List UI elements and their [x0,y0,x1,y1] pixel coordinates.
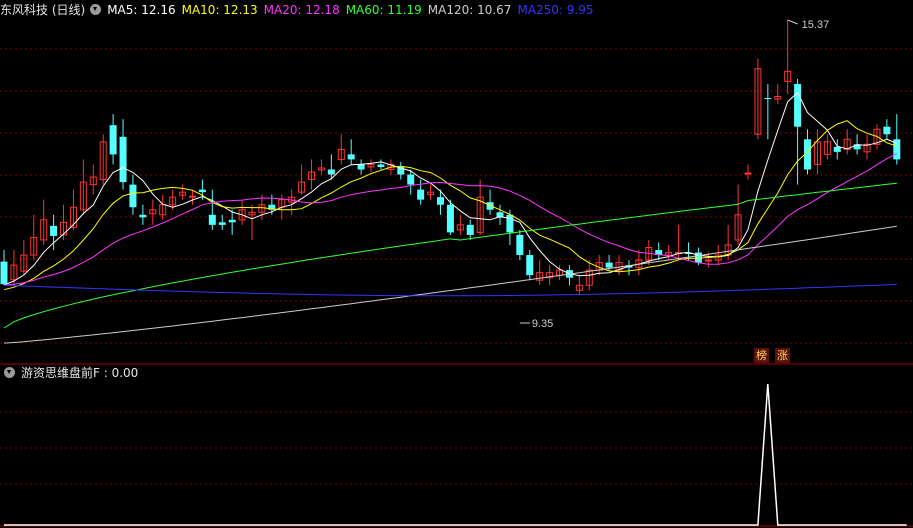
candle-body [347,154,355,160]
candle-body [357,164,365,170]
candle-body [446,204,454,233]
candle-body [109,125,117,155]
candle-body [526,255,534,276]
candle-body [516,234,524,256]
main-chart-header: 东风科技 (日线) MA5: 12.16 MA10: 12.13 MA20: 12.1… [0,0,599,20]
chevron-down-icon[interactable] [90,4,102,15]
candlestick-chart[interactable]: 15.37 9.35 [0,0,913,528]
candle-body [228,219,236,223]
indicator-line [4,383,907,526]
candle-body [605,262,613,268]
candle-body [218,222,226,225]
indicator-header: 游资思维盘前F : 0.00 [0,363,144,383]
ma120-legend: MA120: 10.67 [427,3,512,17]
indicator-title: 游资思维盘前F : 0.00 [21,366,139,380]
high-label: 15.37 [802,19,830,31]
candle-body [129,184,137,208]
candle-body [198,189,206,193]
ma120-line [3,225,897,344]
candle-body [139,214,147,218]
candle-body [436,197,444,205]
candle-body [883,126,891,135]
ma60-legend: MA60: 11.19 [345,3,422,17]
rank-badge[interactable]: 榜 [754,348,769,363]
candle-body [119,136,127,183]
stock-title: 东风科技 (日线) [0,3,86,17]
candle-body [794,83,802,127]
ma5-line [3,91,897,286]
candle-body [50,225,58,236]
ma10-legend: MA10: 12.13 [181,3,258,17]
candle-body [833,146,841,152]
candle-body [327,169,335,175]
ma250-legend: MA250: 9.95 [517,3,594,17]
high-pointer [787,19,798,25]
limit-up-badge[interactable]: 涨 [775,348,790,363]
ma5-legend: MA5: 12.16 [107,3,176,17]
candle-body [417,189,425,200]
ma20-legend: MA20: 12.18 [263,3,340,17]
candle-body [466,224,474,235]
chevron-down-icon[interactable] [4,367,15,378]
candle-body [377,164,385,167]
candle-body [208,214,216,225]
candle-body [764,98,772,100]
low-label: 9.35 [532,318,553,330]
candle-body [0,261,8,285]
candle-body [407,174,415,185]
